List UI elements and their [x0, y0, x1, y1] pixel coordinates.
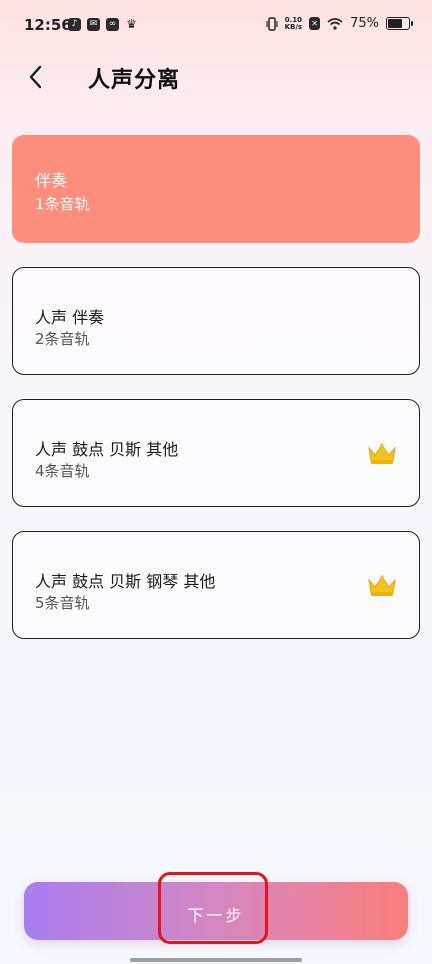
crown-icon: [368, 575, 396, 596]
wifi-icon: [327, 17, 343, 30]
option-card-5-tracks[interactable]: 人声 鼓点 贝斯 钢琴 其他 5条音轨: [12, 531, 420, 639]
status-bar: 12:56 ♪ ✉ ∞ ♛ 0.10 KB/s ✕ 75%: [0, 0, 432, 52]
option-track-count: 4条音轨: [35, 462, 90, 480]
option-name: 人声 鼓点 贝斯 其他: [35, 440, 179, 459]
battery-fill: [388, 19, 402, 28]
back-button[interactable]: [22, 62, 52, 92]
tiktok-icon: ♪: [68, 18, 81, 31]
next-step-label: 下一步: [187, 906, 245, 925]
mail-app-icon: ✉: [87, 18, 100, 31]
option-name: 人声 伴奏: [35, 308, 105, 327]
no-sim-icon: ✕: [309, 17, 321, 30]
option-card-4-tracks[interactable]: 人声 鼓点 贝斯 其他 4条音轨: [12, 399, 420, 507]
battery-icon: [386, 17, 413, 30]
next-step-button[interactable]: 下一步: [24, 882, 408, 940]
option-track-count: 1条音轨: [35, 195, 90, 213]
link-app-icon: ∞: [106, 18, 119, 31]
option-track-count: 2条音轨: [35, 330, 90, 348]
option-name: 伴奏: [35, 171, 68, 190]
option-name: 人声 鼓点 贝斯 钢琴 其他: [35, 572, 216, 591]
option-card-2-tracks[interactable]: 人声 伴奏 2条音轨: [12, 267, 420, 375]
vibrate-icon: [266, 16, 278, 31]
home-indicator: [130, 958, 302, 962]
option-track-count: 5条音轨: [35, 594, 90, 612]
crown-icon: [368, 443, 396, 464]
option-card-1-track[interactable]: 伴奏 1条音轨: [12, 135, 420, 243]
status-time: 12:56: [24, 16, 72, 34]
battery-percent: 75%: [350, 16, 379, 31]
crown-app-icon: ♛: [126, 17, 137, 31]
net-speed: 0.10 KB/s: [284, 15, 303, 31]
separation-option-list: 伴奏 1条音轨 人声 伴奏 2条音轨 人声 鼓点 贝斯 其他 4条音轨 人声 鼓…: [12, 135, 420, 663]
page-title: 人声分离: [88, 68, 181, 93]
chevron-left-icon: [29, 65, 42, 89]
